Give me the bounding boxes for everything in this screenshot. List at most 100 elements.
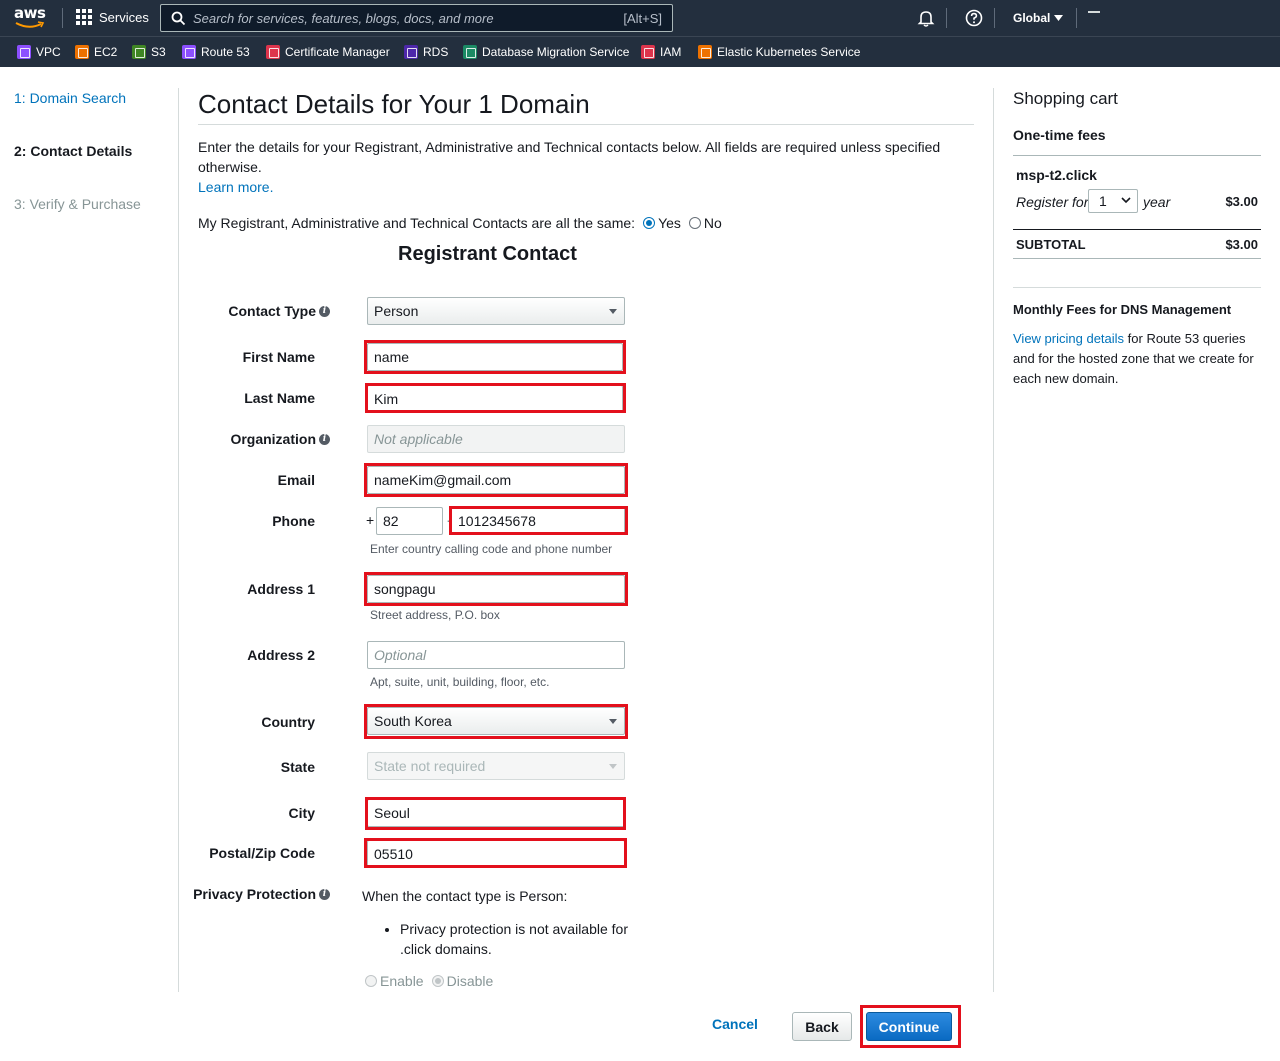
phone-number-input[interactable] <box>451 507 625 535</box>
postal-code-label: Postal/Zip Code <box>209 845 315 861</box>
caret-down-icon <box>609 719 617 724</box>
favorite-rds[interactable]: RDS <box>404 45 448 59</box>
state-label: State <box>280 759 315 775</box>
dns-fees-heading: Monthly Fees for DNS Management <box>1013 302 1232 317</box>
iam-icon <box>641 45 655 59</box>
year-label: year <box>1143 194 1171 210</box>
view-pricing-details-link[interactable]: View pricing details <box>1013 331 1124 346</box>
dns-fees-text: View pricing details for Route 53 querie… <box>1013 329 1261 389</box>
address1-input[interactable] <box>367 575 625 603</box>
rds-icon <box>404 45 418 59</box>
search-shortcut-hint: [Alt+S] <box>623 11 662 26</box>
certificate-manager-icon <box>266 45 280 59</box>
contact-type-select[interactable]: Person <box>367 297 625 325</box>
help-icon[interactable] <box>965 9 983 27</box>
caret-down-icon <box>609 764 617 769</box>
favorite-iam[interactable]: IAM <box>641 45 681 59</box>
same-contacts-row: My Registrant, Administrative and Techni… <box>198 215 974 231</box>
address1-label: Address 1 <box>247 581 315 597</box>
intro-text: Enter the details for your Registrant, A… <box>198 137 974 197</box>
continue-button[interactable]: Continue <box>866 1012 952 1041</box>
register-for-label: Register for <box>1016 194 1089 210</box>
city-input[interactable] <box>367 799 625 827</box>
address2-help-text: Apt, suite, unit, building, floor, etc. <box>370 675 550 689</box>
services-menu-button[interactable]: Services <box>76 9 149 25</box>
search-input[interactable] <box>193 9 613 27</box>
services-grid-icon <box>76 9 92 25</box>
nav-divider <box>994 8 995 28</box>
favorite-s3[interactable]: S3 <box>132 45 166 59</box>
no-label: No <box>703 215 722 231</box>
disable-label: Disable <box>446 973 494 989</box>
favorites-bar: VPC EC2 S3 Route 53 Certificate Manager … <box>0 36 1280 67</box>
country-label: Country <box>261 714 315 730</box>
privacy-note-item: Privacy protection is not available for … <box>400 919 640 959</box>
global-search[interactable]: [Alt+S] <box>160 4 673 32</box>
aws-smile-icon <box>15 21 45 28</box>
route53-icon <box>182 45 196 59</box>
region-selector[interactable]: Global <box>1013 11 1064 25</box>
email-input[interactable] <box>367 466 625 494</box>
same-contacts-no-radio[interactable] <box>688 217 701 229</box>
info-icon[interactable]: i <box>319 305 330 317</box>
phone-country-code-input[interactable] <box>376 507 443 535</box>
step-domain-search[interactable]: 1: Domain Search <box>14 90 164 106</box>
info-icon[interactable]: i <box>319 433 330 445</box>
favorite-route53[interactable]: Route 53 <box>182 45 250 59</box>
caret-down-icon <box>1054 15 1064 21</box>
phone-plus-sign: + <box>366 512 375 528</box>
cart-line-item: Register for 1 year $3.00 <box>1013 188 1261 216</box>
back-button[interactable]: Back <box>792 1012 852 1041</box>
privacy-disable-radio[interactable] <box>431 975 444 987</box>
postal-code-input[interactable] <box>367 840 625 868</box>
favorite-database-migration-service[interactable]: Database Migration Service <box>463 45 629 59</box>
state-select[interactable]: State not required <box>367 752 625 780</box>
same-contacts-yes-radio[interactable] <box>643 217 656 229</box>
nav-divider <box>62 8 63 28</box>
learn-more-link[interactable]: Learn more. <box>198 179 273 195</box>
vpc-icon <box>17 45 31 59</box>
same-contacts-question: My Registrant, Administrative and Techni… <box>198 215 636 231</box>
phone-help-text: Enter country calling code and phone num… <box>370 542 613 556</box>
address2-input[interactable] <box>367 641 625 669</box>
first-name-input[interactable] <box>367 343 623 371</box>
privacy-protection-label: Privacy Protection i <box>190 886 330 902</box>
dms-icon <box>463 45 477 59</box>
chevron-down-icon <box>1121 197 1131 204</box>
right-divider <box>993 88 994 992</box>
ec2-icon <box>75 45 89 59</box>
s3-icon <box>132 45 146 59</box>
email-label: Email <box>277 472 315 488</box>
top-navigation-bar: aws Services [Alt+S] Global <box>0 0 1280 36</box>
organization-input[interactable] <box>367 425 625 453</box>
cart-divider <box>1013 287 1261 288</box>
country-select[interactable]: South Korea <box>367 707 625 735</box>
account-menu[interactable] <box>1088 11 1100 13</box>
cancel-button[interactable]: Cancel <box>712 1016 758 1032</box>
favorite-ec2[interactable]: EC2 <box>75 45 117 59</box>
bell-icon[interactable] <box>917 9 935 27</box>
step-verify-purchase: 3: Verify & Purchase <box>14 196 141 212</box>
address2-label: Address 2 <box>247 647 315 663</box>
eks-icon <box>698 45 712 59</box>
registrant-contact-heading: Registrant Contact <box>398 243 577 265</box>
favorite-certificate-manager[interactable]: Certificate Manager <box>266 45 390 59</box>
intro-description: Enter the details for your Registrant, A… <box>198 139 941 175</box>
privacy-notes: Privacy protection is not available for … <box>400 919 640 959</box>
phone-separator: · <box>446 512 451 528</box>
privacy-enable-radio[interactable] <box>365 975 377 987</box>
subtotal-label: SUBTOTAL <box>1016 237 1086 252</box>
privacy-intro: When the contact type is Person: <box>362 888 568 904</box>
cart-domain-name: msp-t2.click <box>1016 167 1097 183</box>
favorite-eks[interactable]: Elastic Kubernetes Service <box>698 45 860 59</box>
step-contact-details: 2: Contact Details <box>14 143 133 159</box>
aws-logo[interactable]: aws <box>14 6 48 30</box>
first-name-label: First Name <box>242 349 315 365</box>
wizard-steps: 1: Domain Search 2: Contact Details 3: V… <box>14 90 164 249</box>
last-name-input[interactable] <box>367 385 623 413</box>
registration-years-select[interactable]: 1 <box>1088 189 1138 213</box>
contact-type-label: Contact Type i <box>190 303 330 319</box>
info-icon[interactable]: i <box>319 888 330 900</box>
address1-help-text: Street address, P.O. box <box>370 608 500 622</box>
favorite-vpc[interactable]: VPC <box>17 45 61 59</box>
